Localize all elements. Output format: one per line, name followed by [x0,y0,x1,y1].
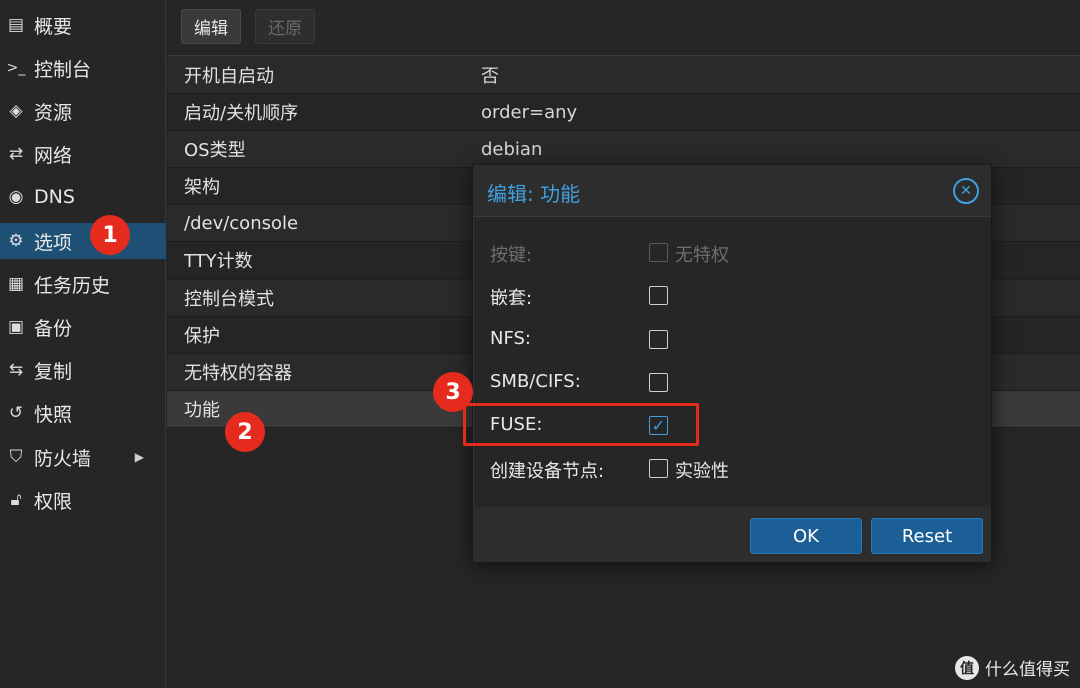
watermark-text: 什么值得买 [985,660,1070,680]
exchange-icon: ⇄ [8,144,24,164]
edit-features-dialog: 编辑: 功能 ✕ 按键: 无特权 嵌套: NFS: SMB/CIFS: FUSE… [472,164,992,562]
property-key: TTY计数 [184,251,253,272]
smb-cifs-checkbox[interactable] [649,373,668,392]
table-row[interactable]: OS类型 debian [167,131,1080,168]
sidebar-item-label: 网络 [34,144,73,167]
dialog-body: 按键: 无特权 嵌套: NFS: SMB/CIFS: FUSE: ✓ 创建设备节… [473,217,991,507]
sidebar-item-permissions[interactable]: 🔓︎ 权限 [0,482,166,518]
sidebar-item-label: 防火墙 [34,447,92,470]
nfs-label: NFS: [490,328,531,349]
sidebar-item-options[interactable]: ⚙ 选项 [0,223,166,259]
sidebar: ▤ 概要 >_ 控制台 ◈ 资源 ⇄ 网络 ◉ DNS ⚙ 选项 ▦ 任务历史 … [0,0,166,688]
sidebar-item-replication[interactable]: ⇆ 复制 [0,352,166,388]
book-icon: ▤ [7,15,25,35]
sidebar-item-label: 任务历史 [34,274,111,297]
sidebar-item-label: 资源 [34,101,73,124]
property-value: debian [481,138,543,160]
mknod-checkbox[interactable] [649,459,668,478]
property-key: /dev/console [184,212,299,234]
cube-icon: ◈ [9,101,23,121]
revert-button[interactable]: 还原 [255,9,315,44]
sidebar-item-label: 复制 [34,360,73,383]
sidebar-item-dns[interactable]: ◉ DNS [0,179,166,215]
close-icon[interactable]: ✕ [953,178,979,204]
sidebar-item-resources[interactable]: ◈ 资源 [0,93,166,129]
floppy-icon: ▣ [7,317,25,337]
sidebar-item-summary[interactable]: ▤ 概要 [0,7,166,43]
ok-button[interactable]: OK [750,518,862,554]
property-value: 否 [481,66,499,87]
toolbar: 编辑 还原 [167,0,1080,56]
property-key: 控制台模式 [184,289,274,310]
property-key: 无特权的容器 [184,363,292,384]
sidebar-item-snapshots[interactable]: ↺ 快照 [0,395,166,431]
sidebar-item-label: 快照 [34,403,73,426]
keyctl-checkbox[interactable] [649,243,668,262]
dialog-title: 编辑: 功能 [487,182,581,206]
sidebar-item-label: 概要 [34,15,73,38]
unlock-icon: 🔓︎ [10,490,22,510]
list-icon: ▦ [7,274,25,294]
history-icon: ↺ [8,403,24,423]
dialog-footer: OK Reset [473,507,991,562]
property-key: OS类型 [184,140,246,161]
keyctl-checkbox-text: 无特权 [675,245,729,266]
sidebar-item-backup[interactable]: ▣ 备份 [0,309,166,345]
retweet-icon: ⇆ [8,360,24,380]
annotation-badge-2: 2 [225,412,265,452]
keyctl-label: 按键: [490,245,533,266]
sidebar-item-label: 备份 [34,317,73,340]
mknod-label: 创建设备节点: [490,461,605,482]
property-key: 开机自启动 [184,66,274,87]
nfs-checkbox[interactable] [649,330,668,349]
smb-cifs-label: SMB/CIFS: [490,371,581,392]
nesting-checkbox[interactable] [649,286,668,305]
sidebar-item-firewall[interactable]: ⛉ 防火墙 ▶ [0,439,166,475]
fuse-highlight-box [463,403,699,446]
globe-icon: ◉ [8,187,24,207]
caret-right-icon[interactable]: ▶ [135,450,144,464]
property-key: 功能 [184,400,220,421]
gear-icon: ⚙ [8,231,24,251]
sidebar-item-console[interactable]: >_ 控制台 [0,50,166,86]
annotation-badge-1: 1 [90,215,130,255]
watermark-logo: 值 [955,655,979,680]
sidebar-item-task-history[interactable]: ▦ 任务历史 [0,266,166,302]
property-key: 启动/关机顺序 [184,103,299,124]
terminal-icon: >_ [6,60,26,76]
sidebar-item-label: 权限 [34,490,73,513]
watermark: 值 什么值得买 [955,655,1070,680]
mknod-checkbox-text: 实验性 [675,461,729,482]
reset-button[interactable]: Reset [871,518,983,554]
dialog-header: 编辑: 功能 ✕ [473,165,991,217]
sidebar-item-network[interactable]: ⇄ 网络 [0,136,166,172]
property-key: 架构 [184,177,220,198]
sidebar-item-label: 选项 [34,231,73,254]
sidebar-item-label: 控制台 [34,58,92,81]
property-key: 保护 [184,326,220,347]
property-value: order=any [481,101,578,123]
nesting-label: 嵌套: [490,288,533,309]
sidebar-item-label: DNS [34,186,75,208]
table-row[interactable]: 开机自启动 否 [167,57,1080,94]
shield-icon: ⛉ [9,447,23,467]
table-row[interactable]: 启动/关机顺序 order=any [167,94,1080,131]
edit-button[interactable]: 编辑 [181,9,241,44]
